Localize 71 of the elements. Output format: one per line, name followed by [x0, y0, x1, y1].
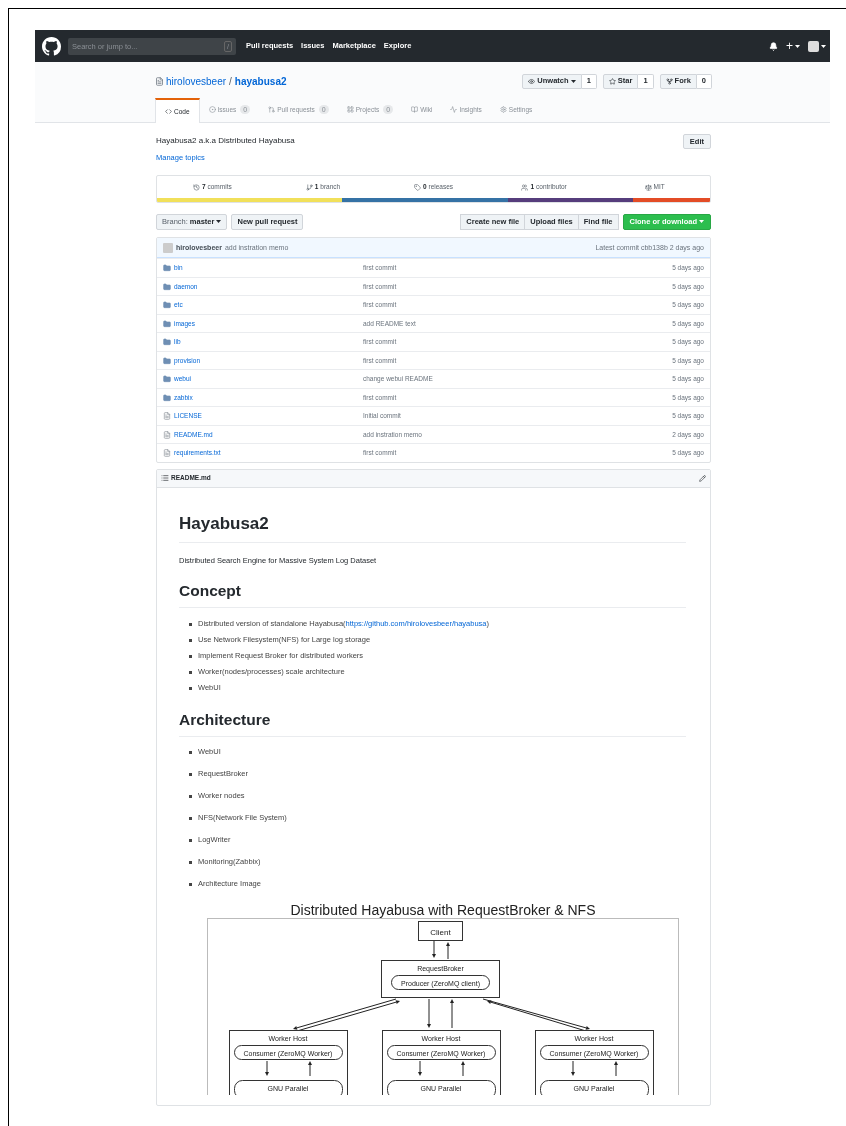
arrow [418, 1060, 422, 1076]
caret-icon [795, 44, 800, 48]
arrow [461, 1061, 465, 1077]
history-icon [192, 183, 200, 191]
pull-request-icon [268, 106, 276, 113]
book-icon [411, 106, 419, 113]
arrow [446, 942, 450, 960]
bullet-icon [189, 670, 192, 674]
folder-icon [163, 356, 171, 365]
arrow [571, 1060, 575, 1076]
repo-name-link[interactable]: hayabusa2 [234, 73, 287, 89]
bullet-icon [189, 622, 192, 626]
bullet-icon [189, 638, 192, 642]
fork-icon [665, 77, 673, 85]
logo-icon[interactable] [42, 36, 61, 56]
readme-title: Hayabusa2 [179, 513, 686, 543]
avatar-menu[interactable] [808, 40, 826, 52]
repo-icon [155, 76, 164, 86]
settings-icon [499, 106, 507, 113]
diagram-node [418, 921, 463, 941]
folder-icon [163, 393, 171, 402]
project-icon [346, 106, 354, 113]
path-separator: / [229, 74, 232, 89]
arrow [450, 999, 454, 1029]
bullet-icon [189, 882, 192, 886]
star-icon [608, 77, 616, 85]
people-icon [521, 183, 529, 191]
bullet-icon [189, 860, 192, 864]
folder-icon [163, 319, 171, 328]
code-icon [165, 108, 172, 115]
bullet-icon [189, 838, 192, 842]
file-icon [163, 449, 171, 457]
arrow [614, 1061, 618, 1077]
tag-icon [413, 183, 421, 191]
arrow [308, 1061, 312, 1077]
arrow [432, 940, 436, 958]
branch-icon [305, 183, 313, 191]
section-heading: Architecture [179, 710, 686, 737]
scale-icon [644, 183, 652, 191]
folder-icon [163, 301, 171, 309]
owner-link[interactable]: hirolovesbeer [166, 73, 227, 89]
diagram-title: Distributed Hayabusa with RequestBroker & NFS [290, 902, 596, 918]
bullet-icon [189, 750, 192, 754]
avatar-icon [163, 242, 173, 253]
graph-icon [450, 106, 458, 113]
list-icon [161, 474, 169, 483]
caret-icon [570, 79, 576, 83]
bullet-icon [189, 772, 192, 776]
folder-icon [163, 375, 171, 383]
folder-icon [163, 338, 171, 346]
caret-icon [216, 220, 222, 224]
file-icon [163, 430, 171, 439]
caret-icon [699, 220, 704, 224]
folder-icon [163, 282, 171, 291]
pencil-icon[interactable] [699, 474, 706, 482]
issue-icon [208, 106, 216, 113]
bullet-icon [189, 816, 192, 820]
create-menu[interactable]: + [786, 40, 800, 52]
node-label: Client [430, 927, 451, 937]
arrow [265, 1060, 269, 1076]
caret-icon [821, 44, 826, 48]
bullet-icon [189, 686, 192, 690]
bullet-icon [189, 794, 192, 798]
bullet-icon [189, 654, 192, 658]
section-heading: Concept [179, 581, 686, 608]
file-icon [163, 412, 171, 420]
notification-icon[interactable] [769, 41, 778, 51]
eye-icon [528, 77, 536, 85]
repo-description: Hayabusa2 a.k.a Distributed Hayabusa [156, 136, 295, 146]
arrow [427, 998, 431, 1028]
folder-icon [163, 264, 171, 272]
